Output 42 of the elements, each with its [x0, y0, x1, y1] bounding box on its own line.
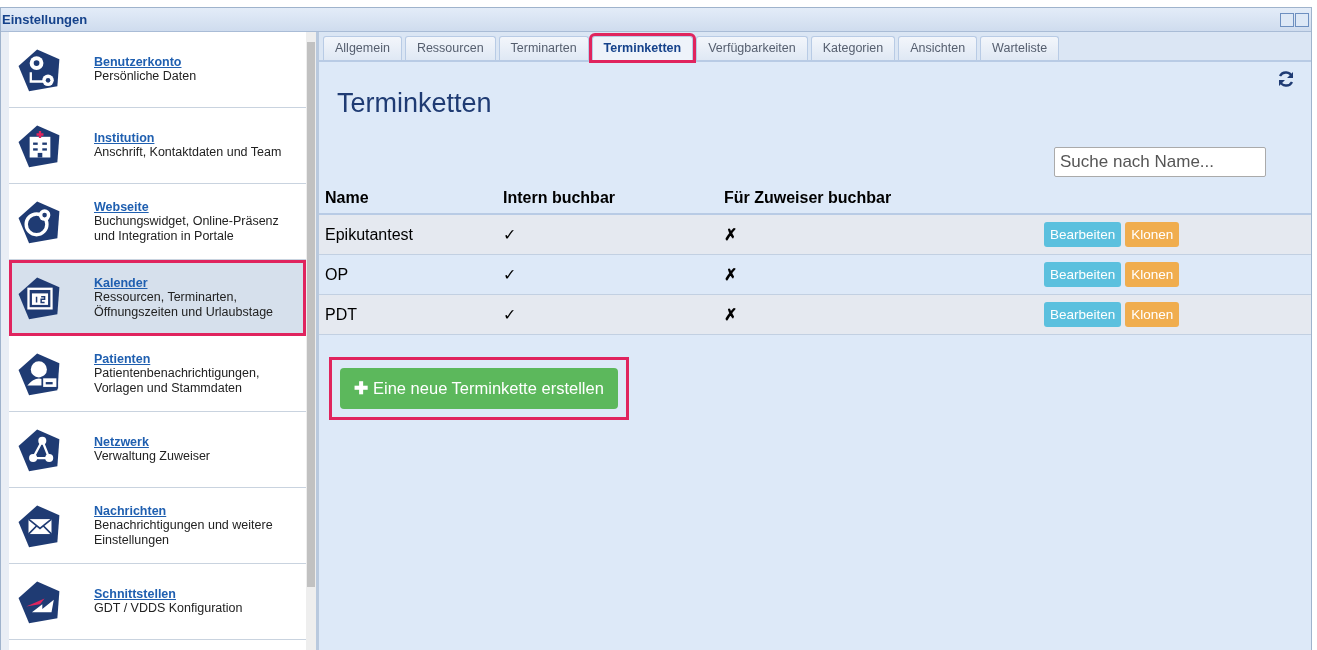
search-field[interactable]: Suche nach Name...: [1054, 147, 1266, 177]
scrollbar[interactable]: [306, 32, 316, 650]
table-cell-text: OP: [325, 265, 350, 284]
tab[interactable]: Kategorien: [810, 36, 896, 60]
column-header: Name: [325, 189, 370, 207]
sidebar-link[interactable]: Patienten: [94, 351, 151, 366]
tab[interactable]: Terminketten: [591, 36, 694, 60]
column-header: Für Zuweiser buchbar: [724, 189, 892, 207]
cross-mark: ✗: [724, 225, 738, 244]
sidebar-link[interactable]: Webseite: [94, 199, 149, 214]
refresh-icon[interactable]: [1277, 70, 1295, 88]
tab[interactable]: Allgemein: [323, 36, 402, 60]
check-mark: ✓: [503, 305, 517, 324]
sidebar-description: Persönliche Daten: [94, 69, 198, 84]
table-cell-text: Epikutantest: [325, 225, 415, 244]
page-heading: Terminketten: [337, 88, 493, 119]
sidebar-description: Anschrift, Kontaktdaten und Team: [94, 145, 283, 160]
sidebar-link[interactable]: Netzwerk: [94, 435, 149, 449]
check-mark: ✓: [503, 265, 517, 284]
sidebar-description: Ressourcen, Terminarten, Öffnungszeiten und Urlaubstage: [94, 290, 275, 320]
tab[interactable]: Verfügbarkeiten: [696, 36, 808, 60]
sidebar-description: Benachrichtigungen und weitere Einstellungen: [94, 517, 274, 548]
sidebar-link[interactable]: Benutzerkonto: [94, 55, 182, 69]
sidebar-description: Buchungswidget, Online-Präsenz und Integration in Portale: [94, 213, 280, 244]
window-title: Einstellungen: [1, 12, 88, 27]
check-mark: ✓: [503, 225, 517, 244]
cross-mark: ✗: [724, 265, 738, 284]
table-cell-text: PDT: [325, 305, 358, 324]
tab[interactable]: Ressourcen: [404, 36, 496, 60]
tab[interactable]: Ansichten: [898, 36, 978, 60]
tab[interactable]: Warteliste: [980, 36, 1060, 60]
sidebar-link[interactable]: Nachrichten: [94, 503, 167, 518]
cross-mark: ✗: [724, 305, 738, 324]
sidebar-description: GDT / VDDS Konfiguration: [94, 601, 244, 616]
sidebar-item[interactable]: Kalender Ressourcen, Terminarten, Öffnungszeiten und Urlaubstage: [9, 260, 306, 336]
sidebar-description: Patientenbenachrichtigungen, Vorlagen und Stammdaten: [94, 365, 261, 396]
sidebar-link[interactable]: Institution: [94, 131, 155, 145]
sidebar-link[interactable]: Kalender: [94, 276, 148, 290]
column-header: Intern buchbar: [503, 189, 616, 207]
sidebar-link[interactable]: Schnittstellen: [94, 587, 176, 601]
sidebar-description: Verwaltung Zuweiser: [94, 449, 212, 464]
tab[interactable]: Terminarten: [498, 36, 589, 60]
